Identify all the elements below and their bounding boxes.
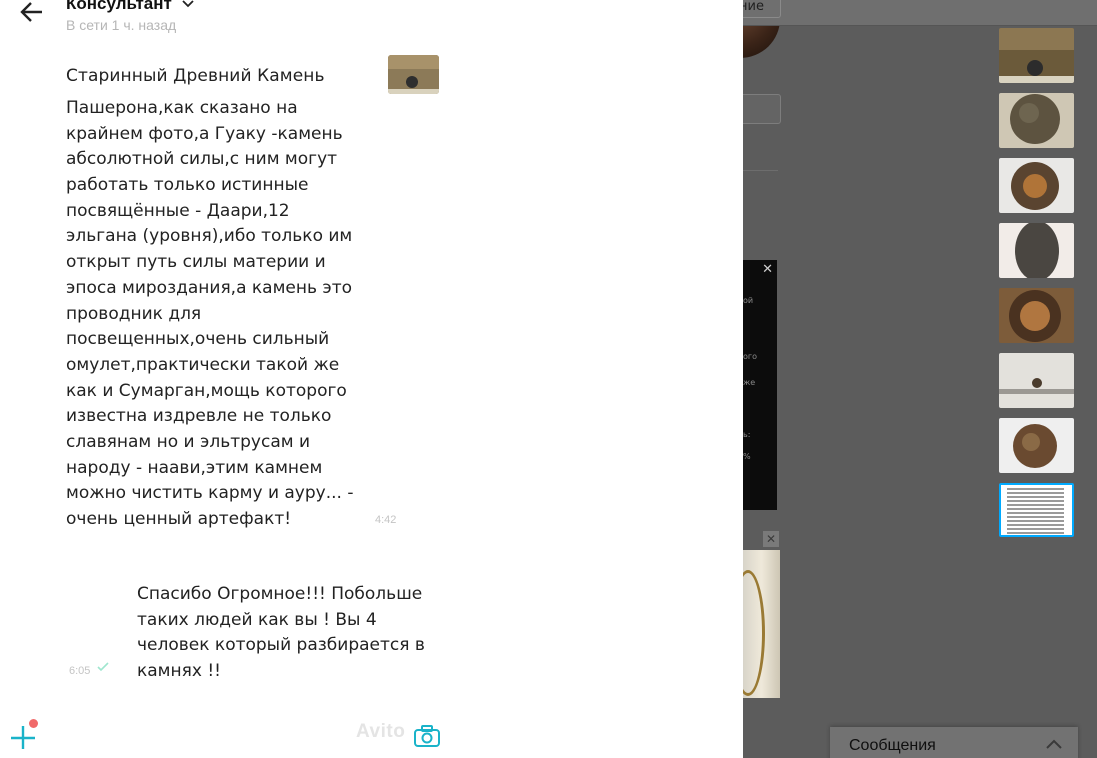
stone-photo-1-thumbnail[interactable] — [999, 28, 1074, 83]
item-thumbnail[interactable] — [388, 55, 439, 94]
back-arrow-icon[interactable] — [18, 0, 46, 26]
messages-bar[interactable]: Сообщения — [830, 727, 1078, 758]
stone-photo-3-icon — [999, 158, 1074, 213]
message-line: известна издревле не только — [66, 406, 332, 427]
background-dark-popup: ✕ ой ого же ь: % — [743, 260, 777, 510]
message-line: работать только истинные — [66, 175, 309, 196]
message-line: посвящённые - Даари,12 — [66, 200, 290, 221]
message-line: открыт путь силы материи и — [66, 252, 326, 273]
message-line: посвещенных,очень сильный — [66, 329, 330, 350]
stone-photo-3-thumbnail[interactable] — [999, 158, 1074, 213]
messages-bar-label: Сообщения — [849, 737, 936, 754]
text-screenshot-icon — [1007, 488, 1064, 535]
chevron-up-icon[interactable] — [1046, 739, 1062, 749]
popup-text-fragment: же — [743, 378, 756, 387]
stone-photo-7-icon — [999, 418, 1074, 473]
message-line: проводник для — [66, 303, 202, 324]
item-title[interactable]: Старинный Древний Камень — [66, 66, 325, 86]
message-line: Спасибо Огромное!!! Побольше — [137, 584, 423, 604]
stone-photo-5-icon — [999, 288, 1074, 343]
close-icon[interactable]: ✕ — [762, 262, 773, 277]
popup-text-fragment: % — [743, 452, 751, 461]
stone-photo-4-icon — [999, 223, 1074, 278]
message-line: абсолютной силы,с ним могут — [66, 149, 338, 170]
message-line: народу - наави,этим камнем — [66, 457, 323, 478]
message-time: 6:05 — [69, 665, 91, 677]
background-ad-image — [743, 550, 780, 698]
online-status: В сети 1 ч. назад — [66, 17, 177, 33]
ad-close-icon[interactable]: ✕ — [763, 531, 779, 547]
message-line: таких людей как вы ! Вы 4 — [137, 609, 377, 630]
camera-icon[interactable] — [413, 724, 441, 748]
background-divider — [743, 170, 778, 171]
message-line: славянам но и эльтрусам и — [66, 431, 311, 452]
text-screenshot-thumbnail[interactable] — [999, 483, 1074, 537]
message-line: эпоса мироздания,а камень это — [66, 277, 353, 298]
message-line: можно чистить карму и ауру... - — [66, 483, 354, 504]
incoming-message: Пашерона,как сказано на крайнем фото,а Гу… — [66, 96, 366, 536]
popup-text-fragment: ой — [743, 296, 754, 305]
stone-photo-6-thumbnail[interactable] — [999, 353, 1074, 408]
stone-photo-2-thumbnail[interactable] — [999, 93, 1074, 148]
stone-item-icon — [388, 55, 439, 94]
avito-watermark: Avito — [356, 721, 406, 742]
message-line: камнях !! — [137, 661, 221, 682]
stone-photo-6-icon — [999, 353, 1074, 408]
stone-photo-5-thumbnail[interactable] — [999, 288, 1074, 343]
outgoing-message: Спасибо Огромное!!! Побольше таких людей … — [137, 582, 447, 685]
message-line: эльгана (уровня),ибо только им — [66, 226, 353, 247]
stone-photo-2-icon — [999, 93, 1074, 148]
photo-gallery-thumbnails — [999, 28, 1074, 547]
stone-photo-4-thumbnail[interactable] — [999, 223, 1074, 278]
chat-panel: Консультант В сети 1 ч. назад Старинный … — [0, 0, 743, 758]
message-line: очень ценный артефакт! — [66, 509, 292, 529]
contact-name[interactable]: Консультант — [66, 0, 172, 14]
stone-photo-7-thumbnail[interactable] — [999, 418, 1074, 473]
message-line: как и Сумарган,мощь которого — [66, 380, 347, 401]
message-line: человек который разбирается в — [137, 635, 425, 656]
read-check-icon — [97, 662, 109, 672]
stone-photo-1-icon — [999, 28, 1074, 83]
message-line: крайнем фото,а Гуаку -камень — [66, 123, 343, 144]
popup-text-fragment: ого — [743, 352, 757, 361]
chevron-down-icon[interactable] — [182, 0, 194, 8]
message-line: Пашерона,как сказано на — [66, 98, 298, 118]
message-time: 4:42 — [375, 514, 397, 526]
message-line: омулет,практически такой же — [66, 354, 340, 375]
background-header — [743, 0, 1097, 26]
popup-text-fragment: ь: — [743, 430, 751, 439]
notification-dot — [29, 719, 38, 728]
